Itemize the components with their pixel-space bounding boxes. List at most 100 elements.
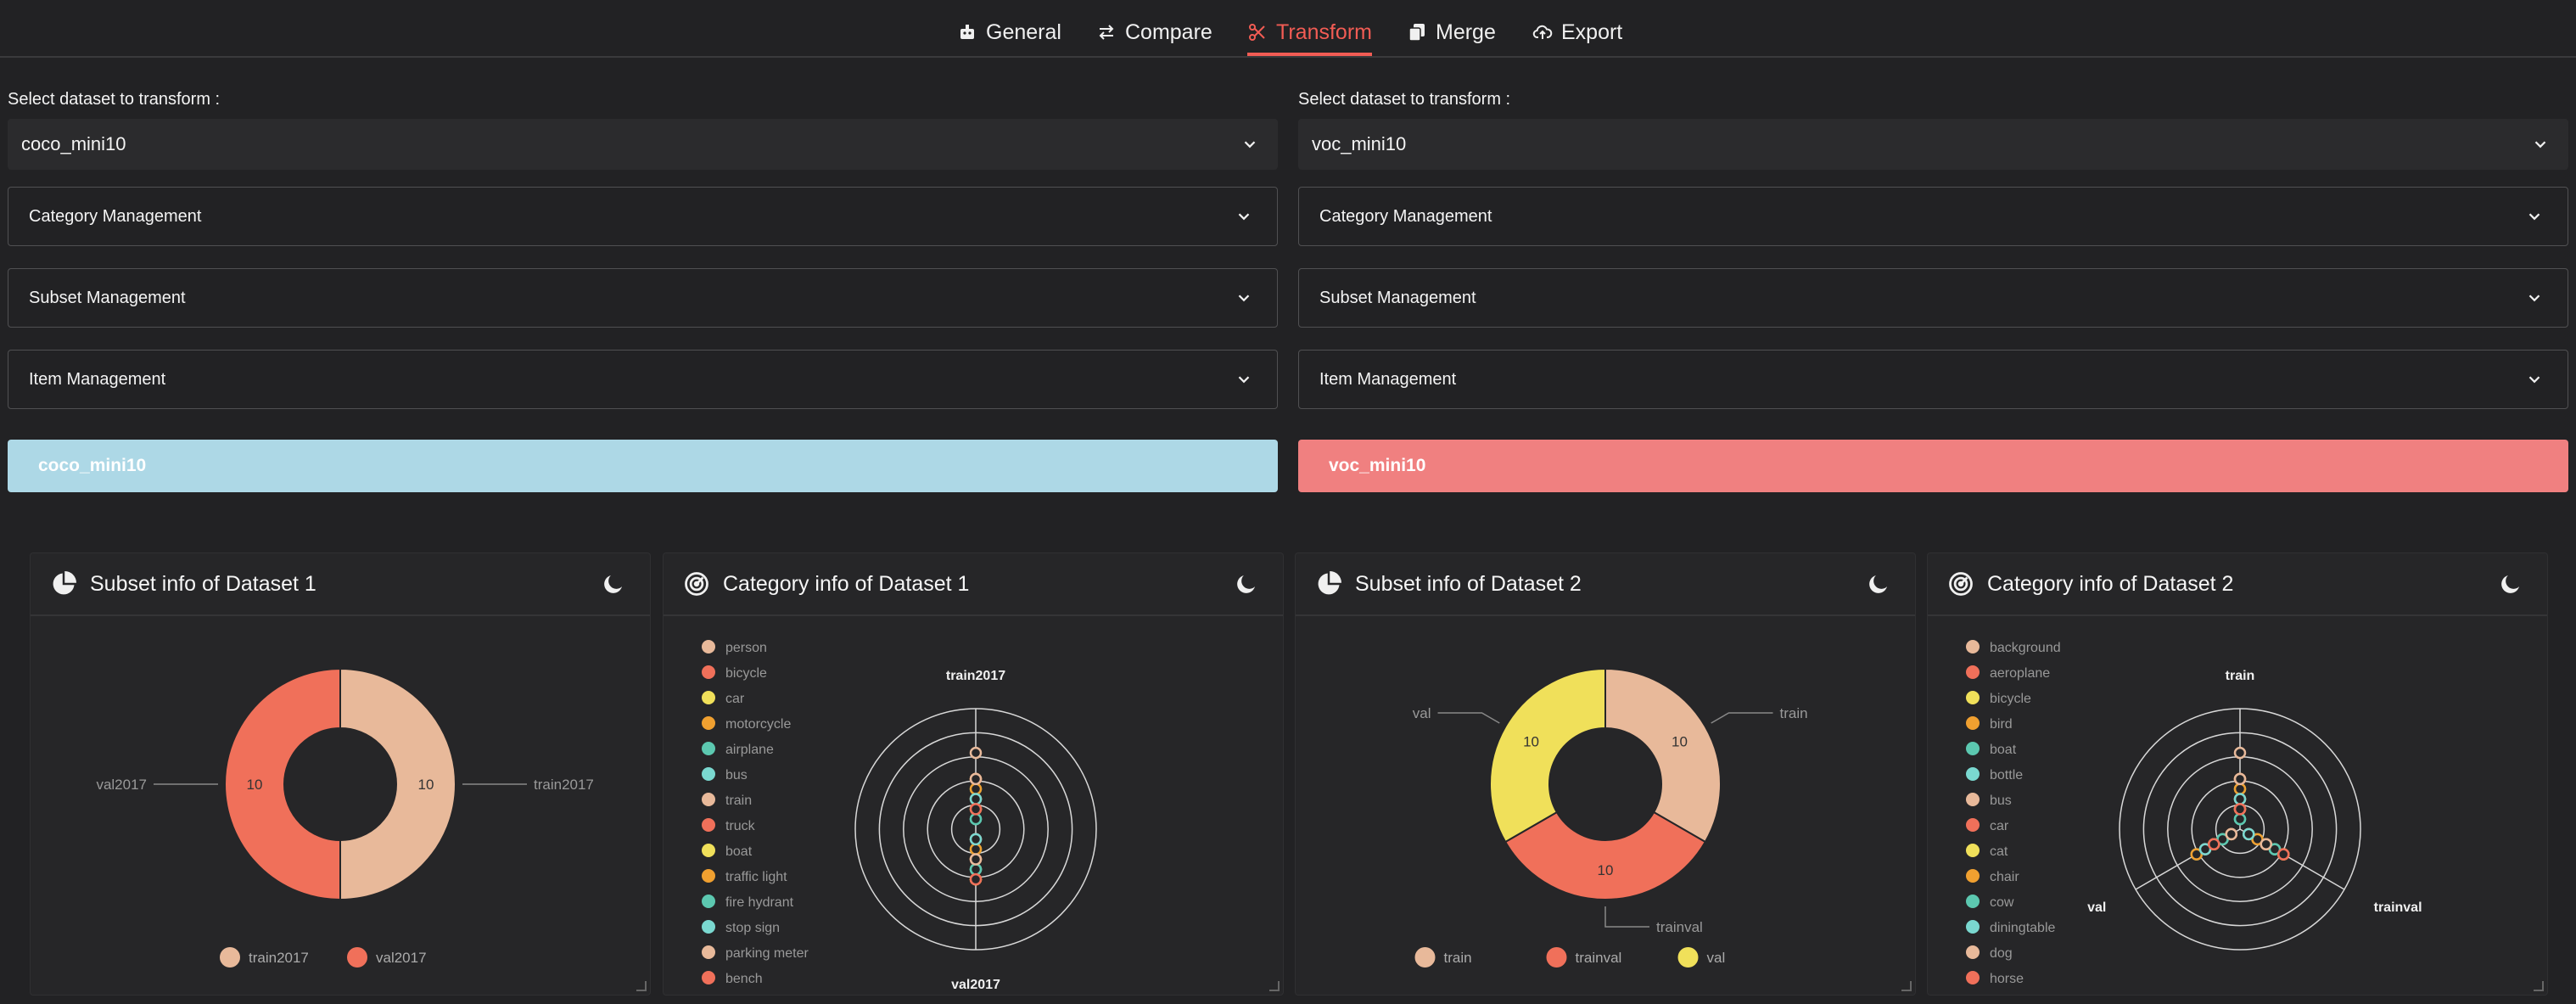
legend-label: parking meter xyxy=(725,946,809,961)
category-management-accordion[interactable]: Category Management xyxy=(8,187,1278,246)
legend-marker xyxy=(1966,793,1980,806)
moon-icon[interactable] xyxy=(1234,571,1259,597)
top-nav: General Compare Transform Merge Export xyxy=(0,0,2576,58)
pie-chart-icon xyxy=(53,571,76,595)
legend-label: car xyxy=(1990,819,2009,833)
moon-icon[interactable] xyxy=(2498,571,2523,597)
legend-marker xyxy=(702,691,715,704)
dataset-2-selected-value: voc_mini10 xyxy=(1312,133,1407,154)
accordion-label: Item Management xyxy=(29,369,166,389)
radar-indicator-label: trainval xyxy=(2374,900,2422,915)
legend-label: traffic light xyxy=(725,870,787,884)
dataset-1-banner: coco_mini10 xyxy=(8,440,1278,492)
chevron-down-icon xyxy=(1238,294,1250,302)
resize-handle[interactable] xyxy=(1269,981,1280,991)
legend-label: dog xyxy=(1990,946,2013,961)
radar-point xyxy=(2276,848,2290,861)
radar-point xyxy=(969,853,983,866)
legend-marker xyxy=(702,742,715,755)
legend-marker xyxy=(1966,665,1980,679)
legend-label: fire hydrant xyxy=(725,895,794,910)
tab-transform[interactable]: Transform xyxy=(1247,10,1372,56)
radar-point xyxy=(969,843,983,855)
chevron-down-icon xyxy=(1238,213,1250,221)
legend-label: bus xyxy=(1990,794,2012,808)
radar-point xyxy=(2242,827,2255,841)
legend-label: train2017 xyxy=(249,950,309,966)
chevron-down-icon xyxy=(1244,141,1256,149)
card-title: Category info of Dataset 1 xyxy=(723,571,970,596)
legend-label: car xyxy=(725,692,745,706)
radar-point xyxy=(2233,772,2247,786)
legend-marker xyxy=(702,869,715,883)
accordion-label: Category Management xyxy=(29,206,202,226)
slice-label: train2017 xyxy=(534,777,594,793)
legend-label: background xyxy=(1990,641,2061,655)
accordion-label: Item Management xyxy=(1319,369,1457,389)
category-management-accordion[interactable]: Category Management xyxy=(1298,187,2568,246)
radar-indicator-label: train xyxy=(2226,669,2255,683)
slice-label: train xyxy=(1779,705,1807,721)
radar-point xyxy=(2208,838,2220,850)
subset-donut-chart-2: 10train10trainval10valtrain trainval val xyxy=(1413,667,1808,968)
select-dataset-label: Select dataset to transform : xyxy=(1298,90,1511,109)
tab-compare-label: Compare xyxy=(1125,20,1212,44)
radar-point xyxy=(969,833,983,846)
item-management-accordion[interactable]: Item Management xyxy=(8,350,1278,409)
legend-marker xyxy=(702,665,715,679)
legend-marker xyxy=(1414,947,1436,968)
card-title: Subset info of Dataset 1 xyxy=(90,571,316,596)
legend-marker xyxy=(1966,691,1980,704)
category-info-card-2: Category info of Dataset 2 background aer… xyxy=(1927,552,2548,996)
legend-marker xyxy=(702,716,715,730)
donut-slice xyxy=(224,667,341,901)
swap-arrows-icon xyxy=(1099,25,1114,40)
radar-point xyxy=(2260,838,2272,850)
tab-general-label: General xyxy=(986,20,1061,44)
tab-merge[interactable]: Merge xyxy=(1407,10,1496,54)
legend-label: stop sign xyxy=(725,921,780,935)
legend-marker xyxy=(702,945,715,959)
legend-label: truck xyxy=(725,819,756,833)
subset-management-accordion[interactable]: Subset Management xyxy=(1298,268,2568,328)
chevron-down-icon xyxy=(2528,376,2540,384)
legend-label: bicycle xyxy=(725,666,767,681)
slice-label: trainval xyxy=(1656,919,1703,935)
donut-slice xyxy=(1489,667,1606,844)
legend-marker xyxy=(1966,945,1980,959)
resize-handle[interactable] xyxy=(1901,981,1912,991)
legend-marker xyxy=(1966,895,1980,908)
tab-general[interactable]: General xyxy=(957,10,1061,54)
moon-icon[interactable] xyxy=(1866,571,1891,597)
radar-point xyxy=(2233,803,2247,816)
item-management-accordion[interactable]: Item Management xyxy=(1298,350,2568,409)
tab-compare[interactable]: Compare xyxy=(1096,10,1212,54)
card-title: Category info of Dataset 2 xyxy=(1987,571,2234,596)
moon-icon[interactable] xyxy=(601,571,626,597)
radar-icon xyxy=(1949,572,1973,596)
dataset-2-select[interactable]: voc_mini10 xyxy=(1298,119,2568,170)
slice-label: val xyxy=(1413,705,1431,721)
legend-label: train xyxy=(1444,950,1472,966)
radar-point xyxy=(2233,812,2247,826)
dataset-2-banner: voc_mini10 xyxy=(1298,440,2568,492)
data-label: 10 xyxy=(1523,734,1539,750)
accordion-label: Subset Management xyxy=(1319,288,1476,307)
dataset-1-select[interactable]: coco_mini10 xyxy=(8,119,1278,170)
legend-label: trainval xyxy=(1576,950,1622,966)
resize-handle[interactable] xyxy=(636,981,647,991)
radar-point xyxy=(2233,746,2247,760)
subset-management-accordion[interactable]: Subset Management xyxy=(8,268,1278,328)
legend-marker xyxy=(1966,818,1980,832)
radar-point xyxy=(969,863,983,876)
legend-marker xyxy=(1966,640,1980,653)
legend-label: bottle xyxy=(1990,768,2023,782)
leader-line xyxy=(1711,712,1773,724)
tab-export[interactable]: Export xyxy=(1532,10,1622,54)
scissors-icon xyxy=(1249,24,1265,41)
legend-marker xyxy=(702,640,715,653)
leader-line xyxy=(1437,712,1500,724)
resize-handle[interactable] xyxy=(2534,981,2544,991)
pie-chart-icon xyxy=(1318,571,1341,595)
donut-slice xyxy=(1604,667,1722,844)
